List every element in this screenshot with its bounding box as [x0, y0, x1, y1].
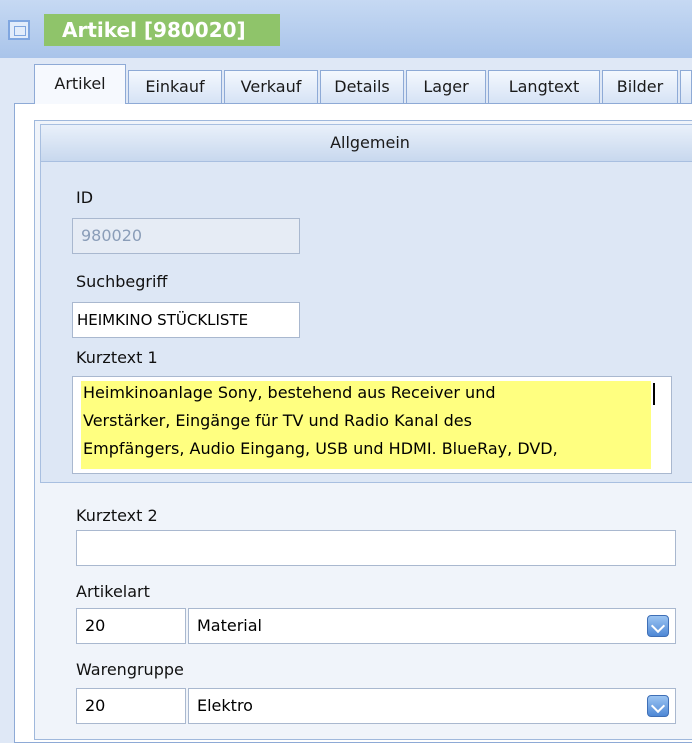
suchbegriff-field[interactable]: HEIMKINO STÜCKLISTE	[72, 302, 300, 338]
chevron-down-icon[interactable]	[647, 615, 669, 637]
tab-langtext[interactable]: Langtext	[488, 70, 600, 103]
artikelart-select[interactable]: Material	[188, 608, 676, 644]
tab-overflow[interactable]	[680, 70, 692, 103]
warengruppe-select-value: Elektro	[197, 696, 253, 715]
text-caret	[653, 383, 655, 405]
group-header-allgemein[interactable]: Allgemein	[40, 124, 692, 162]
warengruppe-label: Warengruppe	[76, 660, 184, 679]
kurztext1-line: Heimkinoanlage Sony, bestehend aus Recei…	[83, 383, 496, 402]
tab-verkauf[interactable]: Verkauf	[224, 70, 318, 103]
kurztext1-line: Verstärker, Eingänge für TV und Radio Ka…	[83, 411, 472, 430]
group-divider	[40, 482, 692, 495]
window-title: Artikel [980020]	[62, 18, 246, 42]
kurztext1-line: Empfängers, Audio Eingang, USB und HDMI.…	[83, 439, 558, 458]
tab-bilder[interactable]: Bilder	[602, 70, 678, 103]
id-label: ID	[76, 188, 94, 207]
kurztext1-textarea[interactable]: Heimkinoanlage Sony, bestehend aus Recei…	[72, 376, 672, 474]
artikelart-code-field[interactable]: 20	[76, 608, 186, 644]
tab-einkauf[interactable]: Einkauf	[128, 70, 222, 103]
kurztext2-label: Kurztext 2	[76, 506, 158, 525]
artikelart-label: Artikelart	[76, 582, 150, 601]
warengruppe-code-field[interactable]: 20	[76, 688, 186, 724]
tab-lager[interactable]: Lager	[406, 70, 486, 103]
warengruppe-select[interactable]: Elektro	[188, 688, 676, 724]
tab-artikel[interactable]: Artikel	[34, 64, 126, 104]
title-bar: Artikel [980020]	[0, 0, 692, 59]
window-icon[interactable]	[8, 20, 30, 40]
id-field: 980020	[72, 218, 300, 254]
kurztext1-label: Kurztext 1	[76, 348, 158, 367]
kurztext2-field[interactable]	[76, 530, 676, 566]
tab-details[interactable]: Details	[320, 70, 404, 103]
chevron-down-icon[interactable]	[647, 695, 669, 717]
artikelart-select-value: Material	[197, 616, 262, 635]
suchbegriff-label: Suchbegriff	[76, 272, 168, 291]
